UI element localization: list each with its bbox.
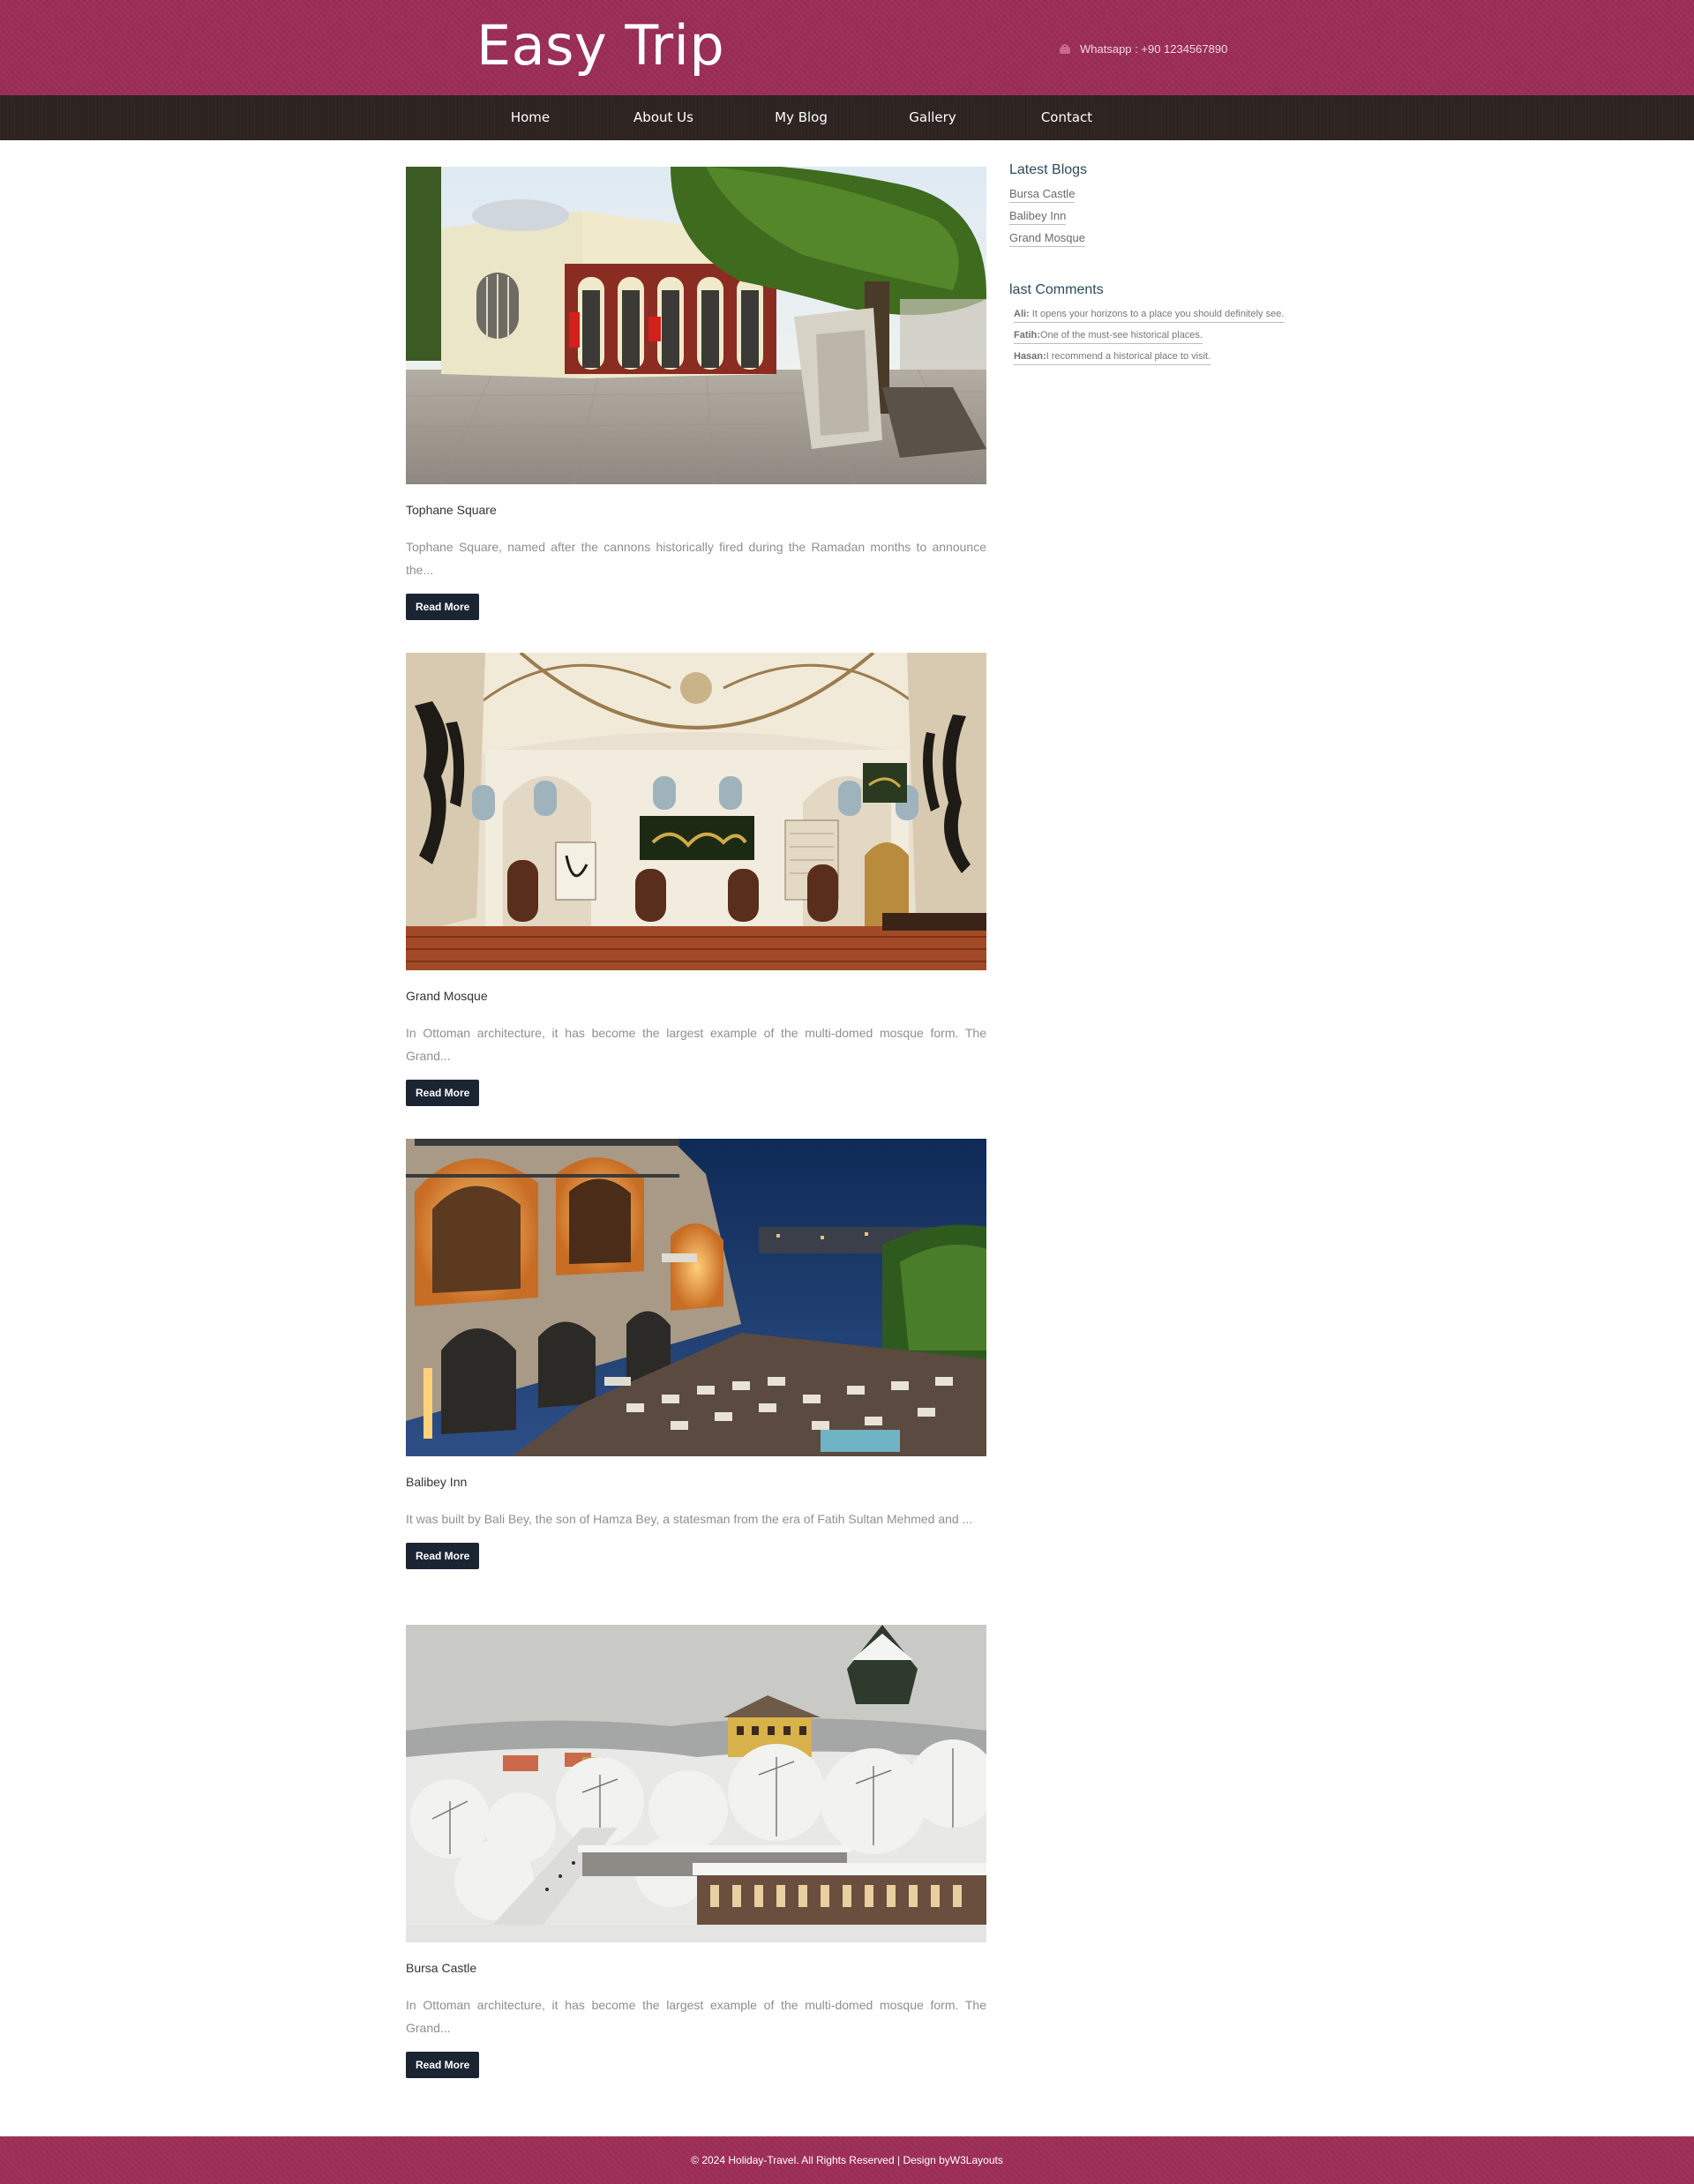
post-image[interactable] — [406, 167, 986, 484]
post-excerpt: It was built by Bali Bey, the son of Ham… — [406, 1512, 973, 1526]
latest-blog-link[interactable]: Grand Mosque — [1009, 231, 1085, 247]
nav-my-blog[interactable]: My Blog — [775, 95, 828, 140]
sidebar: Latest Blogs Bursa Castle Balibey Inn Gr… — [1009, 162, 1285, 370]
comment-author: Hasan: — [1014, 351, 1046, 362]
comment-author: Ali: — [1014, 309, 1030, 319]
post-title[interactable]: Tophane Square — [406, 502, 986, 518]
blog-post: Balibey Inn It was built by Bali Bey, th… — [406, 1139, 986, 1569]
post-image[interactable] — [406, 1139, 986, 1456]
blog-post: Grand Mosque In Ottoman architecture, it… — [406, 653, 986, 1106]
post-excerpt: In Ottoman architecture, it has become t… — [406, 1998, 986, 2035]
latest-blog-link[interactable]: Balibey Inn — [1009, 209, 1067, 225]
main-nav: Home About Us My Blog Gallery Contact — [0, 95, 1694, 140]
latest-blogs-heading: Latest Blogs — [1009, 162, 1088, 177]
comments-section: last Comments Ali: It opens your horizon… — [1009, 282, 1285, 365]
read-more-button[interactable]: Read More — [406, 594, 480, 620]
nav-home[interactable]: Home — [511, 95, 550, 140]
post-title[interactable]: Grand Mosque — [406, 988, 986, 1004]
site-header: Easy Trip Whatsapp : +90 1234567890 — [0, 0, 1694, 95]
nav-gallery[interactable]: Gallery — [909, 95, 956, 140]
nav-contact[interactable]: Contact — [1041, 95, 1092, 140]
comment-item[interactable]: Hasan: I recommend a historical place to… — [1014, 349, 1211, 365]
last-comments-heading: last Comments — [1009, 282, 1104, 297]
whatsapp-text: Whatsapp : +90 1234567890 — [1080, 42, 1228, 56]
comment-text: I recommend a historical place to visit. — [1046, 351, 1211, 362]
post-title[interactable]: Bursa Castle — [406, 1960, 986, 1976]
whatsapp-contact: Whatsapp : +90 1234567890 — [1059, 42, 1227, 56]
read-more-button[interactable]: Read More — [406, 1080, 480, 1106]
read-more-button[interactable]: Read More — [406, 1543, 480, 1569]
phone-icon — [1059, 43, 1071, 56]
blog-post: Tophane Square Tophane Square, named aft… — [406, 167, 986, 620]
post-image[interactable] — [406, 653, 986, 970]
post-excerpt: Tophane Square, named after the cannons … — [406, 540, 986, 577]
post-excerpt: In Ottoman architecture, it has become t… — [406, 1026, 986, 1063]
comment-text: One of the must-see historical places. — [1039, 330, 1203, 340]
post-title[interactable]: Balibey Inn — [406, 1474, 986, 1490]
read-more-button[interactable]: Read More — [406, 2052, 480, 2078]
latest-blog-link[interactable]: Bursa Castle — [1009, 187, 1076, 203]
comment-text: It opens your horizons to a place you sh… — [1031, 309, 1285, 319]
blog-post: Bursa Castle In Ottoman architecture, it… — [406, 1625, 986, 2078]
site-footer: © 2024 Holiday-Travel. All Rights Reserv… — [0, 2136, 1694, 2184]
comment-item[interactable]: Fatih: One of the must-see historical pl… — [1014, 328, 1203, 344]
post-image[interactable] — [406, 1625, 986, 1942]
comment-item[interactable]: Ali: It opens your horizons to a place y… — [1014, 307, 1285, 323]
nav-about-us[interactable]: About Us — [633, 95, 693, 140]
comment-author: Fatih: — [1014, 330, 1040, 340]
site-logo[interactable]: Easy Trip — [476, 12, 724, 79]
footer-copyright: © 2024 Holiday-Travel. All Rights Reserv… — [691, 2154, 1003, 2166]
